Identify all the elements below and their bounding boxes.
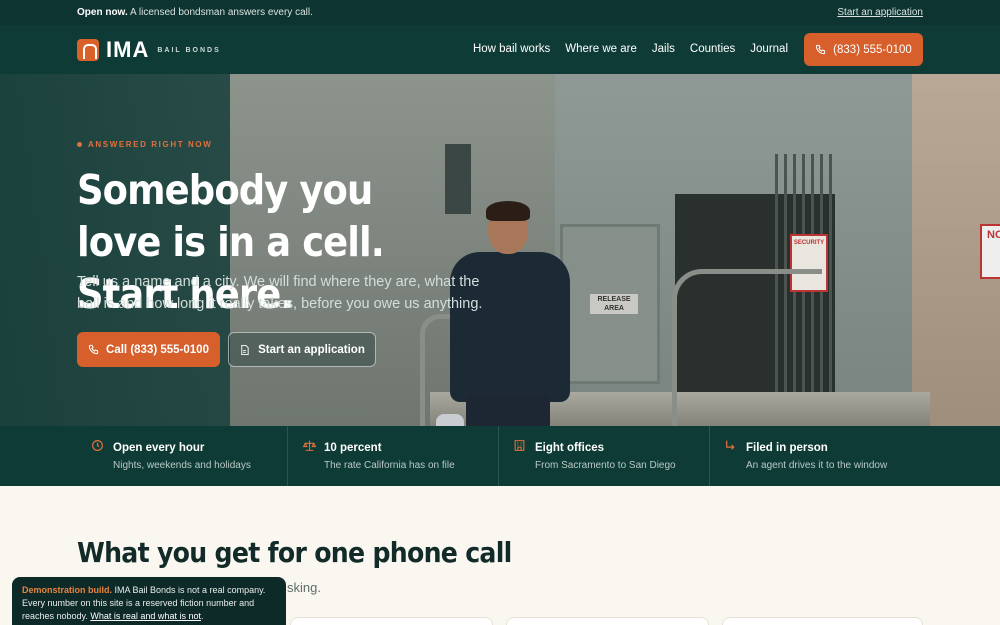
hero-subtitle: Tell us a name and a city. We will find … [77,274,483,312]
nav-call-label: (833) 555-0100 [833,43,912,56]
feature-item: Open every hour Nights, weekends and hol… [77,426,288,486]
nav-link-counties[interactable]: Counties [690,43,735,55]
hero-start-application-label: Start an application [258,343,365,356]
feature-desc: From Sacramento to San Diego [535,460,676,471]
hero-photo-railing [672,269,822,426]
feature-item: Filed in person An agent drives it to th… [710,426,921,486]
hero-photo-no-sign-text: NO [987,229,1000,241]
status-strong: Open now. [77,7,128,18]
feature-desc: Nights, weekends and holidays [113,460,251,471]
arrow-turn-icon [726,440,735,450]
phone-icon [816,44,826,55]
features-strip: Open every hour Nights, weekends and hol… [0,426,1000,486]
document-icon [241,344,249,355]
building-icon [514,440,525,451]
hero-call-label: Call (833) 555-0100 [106,343,209,356]
hero-photo-bag [436,414,464,426]
status-text: A licensed bondsman answers every call. [129,7,313,18]
status-dot-icon [77,142,82,147]
brand-tagline: BAIL BONDS [157,46,221,54]
feature-title: Eight offices [535,442,605,454]
main-navigation: IMA BAIL BONDS How bail works Where we a… [0,25,1000,74]
logo-mark-icon [77,39,99,61]
feature-item: Eight offices From Sacramento to San Die… [499,426,710,486]
nav-link-where-we-are[interactable]: Where we are [565,43,637,55]
clock-icon [92,440,103,451]
top-announcement-bar: Open now. A licensed bondsman answers ev… [0,0,1000,25]
hero-photo-person-hair [486,201,530,221]
feature-desc: The rate California has on file [324,460,455,471]
offer-card[interactable] [506,617,709,625]
nav-links: How bail works Where we are Jails Counti… [473,43,788,55]
demo-notice: Demonstration build. IMA Bail Bonds is n… [12,577,286,625]
demo-notice-label: Demonstration build. [22,585,112,595]
nav-link-jails[interactable]: Jails [652,43,675,55]
phone-icon [88,344,99,355]
hero-photo-person-legs [466,394,550,426]
hero-eyebrow: ANSWERED RIGHT NOW [77,140,212,149]
scale-icon [302,440,317,451]
hero-start-application-button[interactable]: Start an application [228,332,376,367]
offer-card[interactable] [722,617,923,625]
section-subtitle: sking. [287,580,321,595]
feature-title: 10 percent [324,442,382,454]
hero-section: RELEASE AREA SECURITY NO ANSWERED RIGHT … [0,74,1000,426]
hero-photo-release-sign: RELEASE AREA [590,294,638,314]
nav-link-journal[interactable]: Journal [750,43,788,55]
brand-name: IMA [106,37,150,62]
status-message: Open now. A licensed bondsman answers ev… [77,7,313,18]
demo-notice-link[interactable]: What is real and what is not [90,611,201,621]
nav-link-how-bail-works[interactable]: How bail works [473,43,550,55]
section-title: What you get for one phone call [77,536,512,569]
feature-title: Open every hour [113,442,205,454]
feature-item: 10 percent The rate California has on fi… [288,426,499,486]
offer-card[interactable] [290,617,493,625]
feature-desc: An agent drives it to the window [746,460,888,471]
hero-call-button[interactable]: Call (833) 555-0100 [77,332,220,367]
start-application-link[interactable]: Start an application [837,7,923,18]
brand-logo[interactable]: IMA BAIL BONDS [77,39,221,61]
hero-photo-no-sign: NO [980,224,1000,279]
hero-eyebrow-text: ANSWERED RIGHT NOW [88,140,213,149]
hero-photo-security-sign-text: SECURITY [793,240,825,246]
nav-call-button[interactable]: (833) 555-0100 [804,33,923,66]
feature-title: Filed in person [746,442,828,454]
